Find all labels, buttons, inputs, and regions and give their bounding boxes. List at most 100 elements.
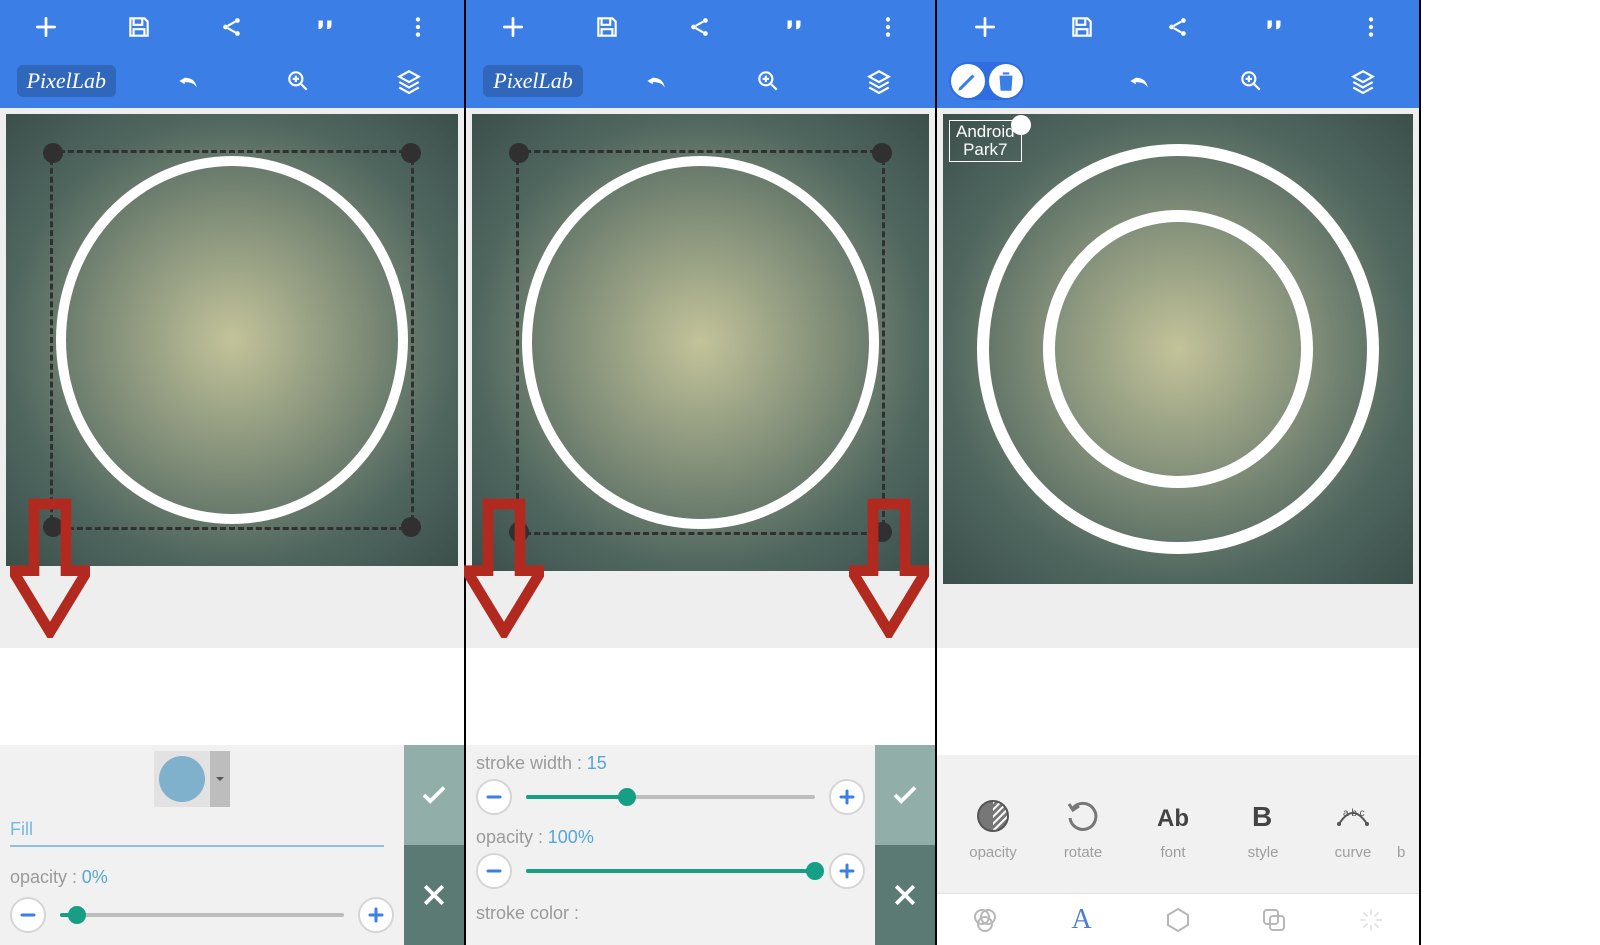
stroke-color-label: stroke color : (476, 903, 579, 923)
undo-button[interactable] (133, 68, 243, 94)
opacity-slider[interactable] (10, 897, 394, 933)
canvas-area: Android Park7 (937, 108, 1419, 648)
resize-handle-tl[interactable] (509, 143, 529, 163)
share-button[interactable] (1130, 14, 1226, 40)
tab-shapes[interactable] (1130, 907, 1226, 933)
app-logo: PixelLab (466, 65, 600, 97)
increment-button[interactable] (829, 853, 865, 889)
cancel-button[interactable] (875, 845, 935, 945)
opacity-value: 100% (548, 827, 594, 847)
tab-effects[interactable] (1323, 907, 1419, 933)
screenshot-panel-1: PixelLab (0, 0, 466, 945)
annotation-arrow (10, 498, 90, 638)
zoom-button[interactable] (1195, 68, 1307, 94)
zoom-button[interactable] (712, 68, 824, 94)
share-button[interactable] (654, 14, 748, 40)
tab-text[interactable]: A (1033, 904, 1129, 936)
increment-button[interactable] (829, 779, 865, 815)
slider-track[interactable] (526, 869, 815, 873)
quote-button[interactable] (1226, 14, 1322, 40)
stroke-width-slider[interactable] (476, 779, 865, 815)
stroke-panel: stroke width : 15 opacity : 100% stroke … (466, 745, 935, 945)
save-button[interactable] (1033, 14, 1129, 40)
more-button[interactable] (841, 14, 935, 40)
stroke-width-label: stroke width : (476, 753, 582, 773)
decrement-button[interactable] (476, 779, 512, 815)
save-button[interactable] (93, 14, 186, 40)
svg-text:a b c: a b c (1343, 808, 1365, 819)
screenshot-panel-2: PixelLab stroke width : 15 (466, 0, 937, 945)
resize-handle-tl[interactable] (43, 143, 63, 163)
circle-shape-inner[interactable] (1043, 210, 1313, 488)
editor-canvas[interactable]: Android Park7 (943, 114, 1413, 584)
top-action-bar (466, 0, 935, 54)
opacity-label: opacity : (476, 827, 543, 847)
circle-shape[interactable] (56, 156, 408, 524)
tab-squares[interactable] (1226, 907, 1322, 933)
zoom-button[interactable] (243, 68, 353, 94)
stroke-width-value: 15 (587, 753, 607, 773)
annotation-arrow-right (849, 498, 929, 638)
tool-curve[interactable]: a b c curve (1311, 779, 1395, 879)
second-action-bar (937, 54, 1419, 108)
second-action-bar: PixelLab (466, 54, 935, 108)
tool-rotate[interactable]: rotate (1041, 779, 1125, 879)
resize-handle-tr[interactable] (401, 143, 421, 163)
app-logo: PixelLab (0, 65, 133, 97)
slider-track[interactable] (60, 913, 344, 917)
add-button[interactable] (466, 14, 560, 40)
opacity-slider[interactable] (476, 853, 865, 889)
svg-text:Ab: Ab (1157, 805, 1189, 832)
more-button[interactable] (1323, 14, 1419, 40)
tool-font[interactable]: Ab font (1131, 779, 1215, 879)
text-line-1: Android (956, 123, 1015, 141)
save-button[interactable] (560, 14, 654, 40)
rotate-handle[interactable] (1011, 115, 1031, 135)
add-button[interactable] (0, 14, 93, 40)
quote-button[interactable] (747, 14, 841, 40)
cancel-button[interactable] (404, 845, 464, 945)
fill-opacity-panel: Fill opacity : 0% (0, 745, 464, 945)
fill-field-underline (10, 845, 384, 847)
text-tools-panel: opacity rotate Ab font B style a b c cur… (937, 755, 1419, 945)
screenshot-panel-3: Android Park7 opacity rotate Ab font B s… (937, 0, 1421, 945)
layers-button[interactable] (1307, 68, 1419, 94)
confirm-button[interactable] (875, 745, 935, 845)
share-button[interactable] (186, 14, 279, 40)
confirm-column (404, 745, 464, 945)
resize-handle-tr[interactable] (872, 143, 892, 163)
confirm-column (875, 745, 935, 945)
opacity-row: opacity : 0% (10, 867, 108, 888)
text-selection[interactable]: Android Park7 (949, 120, 1022, 162)
more-button[interactable] (371, 14, 464, 40)
stroke-width-row: stroke width : 15 (476, 753, 607, 774)
tool-style[interactable]: B style (1221, 779, 1305, 879)
increment-button[interactable] (358, 897, 394, 933)
layers-button[interactable] (823, 68, 935, 94)
decrement-button[interactable] (476, 853, 512, 889)
fill-color-swatch[interactable] (154, 751, 244, 807)
fill-field-label[interactable]: Fill (10, 819, 33, 840)
tab-color[interactable] (937, 907, 1033, 933)
edit-button[interactable] (951, 64, 985, 98)
delete-button[interactable] (989, 64, 1023, 98)
layers-button[interactable] (354, 68, 464, 94)
opacity-label: opacity : (10, 867, 77, 887)
top-action-bar (937, 0, 1419, 54)
add-button[interactable] (937, 14, 1033, 40)
decrement-button[interactable] (10, 897, 46, 933)
quote-button[interactable] (278, 14, 371, 40)
circle-shape[interactable] (522, 156, 879, 529)
swatch-dropdown[interactable] (210, 751, 230, 807)
undo-button[interactable] (1083, 68, 1195, 94)
slider-track[interactable] (526, 795, 815, 799)
stroke-color-row: stroke color : (476, 903, 579, 924)
resize-handle-br[interactable] (401, 517, 421, 537)
tools-row[interactable]: opacity rotate Ab font B style a b c cur… (951, 779, 1405, 879)
edit-delete-pills (937, 62, 1083, 100)
tool-background[interactable]: T backgro (1401, 779, 1405, 879)
undo-button[interactable] (600, 68, 712, 94)
tool-opacity[interactable]: opacity (951, 779, 1035, 879)
bottom-tab-bar: A (937, 893, 1419, 945)
confirm-button[interactable] (404, 745, 464, 845)
